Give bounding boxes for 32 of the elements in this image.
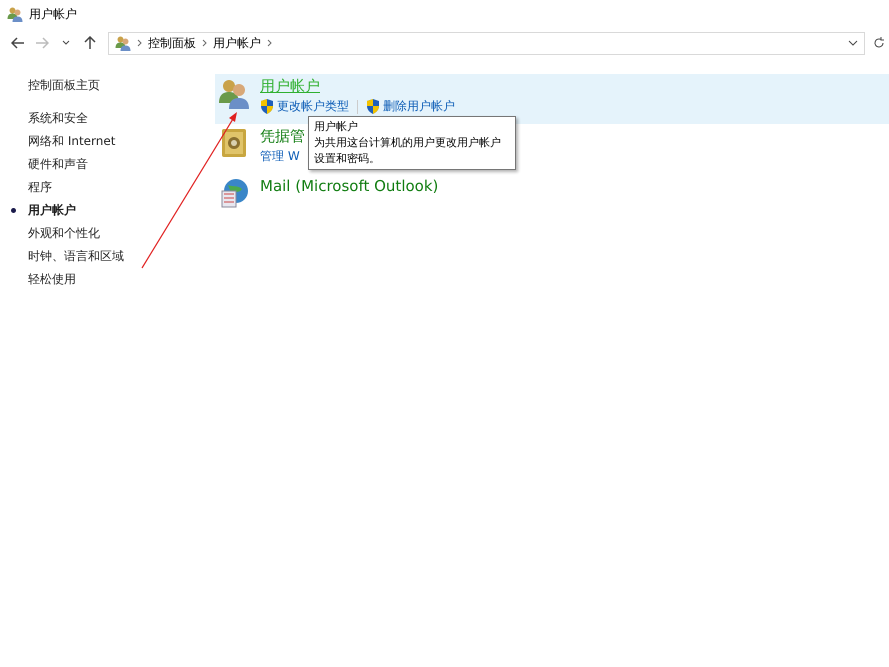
address-bar[interactable]: 控制面板 用户帐户	[108, 32, 865, 54]
chevron-icon	[202, 39, 207, 47]
shield-icon	[260, 99, 274, 114]
up-icon[interactable]	[84, 36, 96, 50]
users-icon	[115, 35, 131, 51]
users-icon	[7, 6, 23, 22]
task-link[interactable]: 删除用户帐户	[366, 98, 455, 115]
task-link[interactable]: 更改帐户类型	[260, 98, 349, 115]
dropdown-icon[interactable]	[848, 40, 858, 46]
breadcrumb[interactable]: 控制面板	[148, 34, 196, 52]
shield-icon	[366, 99, 380, 114]
sidebar-item[interactable]: 轻松使用	[28, 268, 76, 291]
refresh-icon[interactable]	[873, 37, 885, 49]
sidebar-item[interactable]: 硬件和声音	[28, 153, 88, 176]
dropdown-icon[interactable]	[62, 40, 70, 46]
chevron-icon	[137, 39, 142, 47]
breadcrumb[interactable]: 用户帐户	[213, 34, 261, 52]
sidebar-item[interactable]: 系统和安全	[28, 107, 88, 130]
users-icon	[218, 77, 250, 109]
category-title[interactable]: Mail (Microsoft Outlook)	[260, 177, 438, 195]
sidebar-item[interactable]: 网络和 Internet	[28, 130, 116, 153]
sidebar-item[interactable]: 用户帐户	[28, 199, 76, 222]
sidebar-home-link[interactable]: 控制面板主页	[28, 74, 215, 97]
sidebar-item[interactable]: 程序	[28, 176, 52, 199]
sidebar-item[interactable]: 时钟、语言和区域	[28, 245, 124, 268]
chevron-icon	[267, 39, 272, 47]
sidebar-item[interactable]: 外观和个性化	[28, 222, 100, 245]
window-title: 用户帐户	[29, 6, 77, 22]
category-title[interactable]: 凭据管	[260, 127, 305, 146]
task-link[interactable]: 管理 W	[260, 148, 300, 165]
tooltip-text: 为共用这台计算机的用户更改用户帐户设置和密码。	[314, 135, 502, 167]
back-icon[interactable]	[11, 37, 25, 49]
